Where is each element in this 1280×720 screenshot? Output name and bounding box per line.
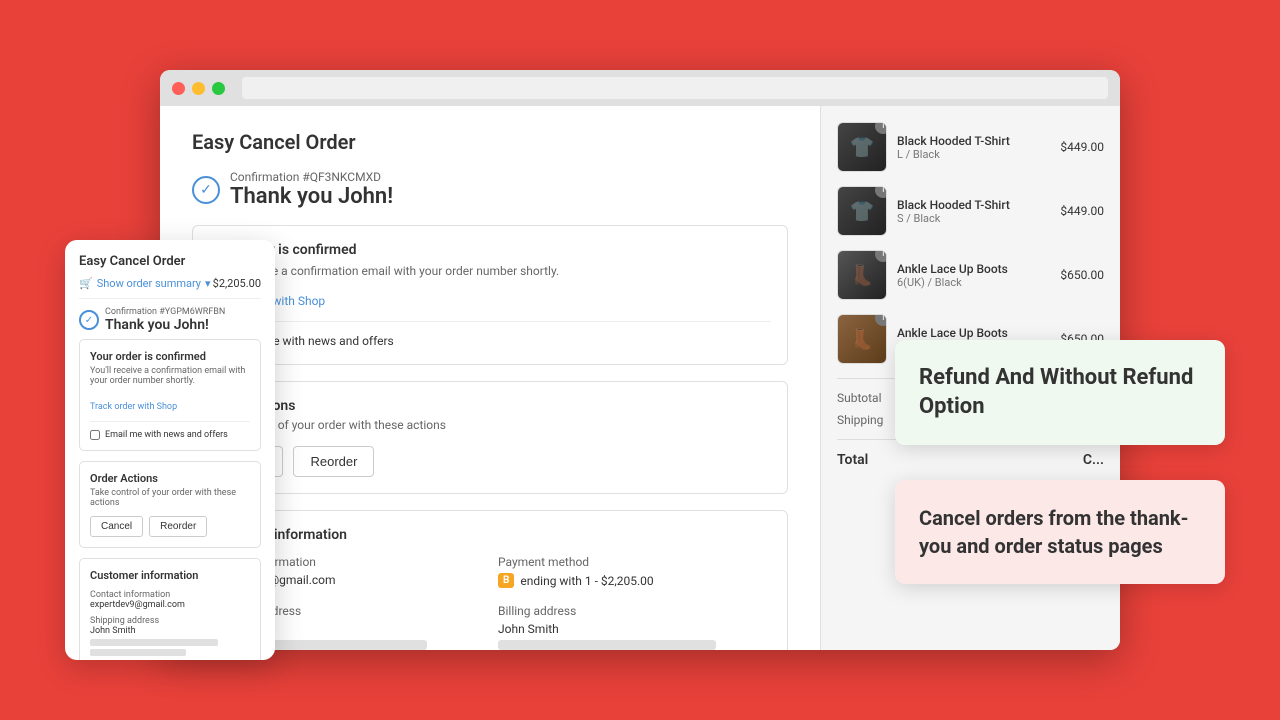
email-checkbox-row: Email me with news and offers [209, 321, 771, 348]
total-row: Total C... [837, 452, 1104, 468]
product-details: Black Hooded T-Shirt S / Black [897, 198, 1050, 225]
product-variant: 6(UK) / Black [897, 276, 1050, 289]
mobile-cancel-button[interactable]: Cancel [90, 516, 143, 537]
product-image: 👕 1 [837, 186, 887, 236]
maximize-dot[interactable] [212, 82, 225, 95]
close-dot[interactable] [172, 82, 185, 95]
product-item: 👢 1 Ankle Lace Up Boots 6(UK) / Black $6… [837, 250, 1104, 300]
mobile-actions-desc: Take control of your order with these ac… [90, 488, 250, 508]
product-variant: S / Black [897, 212, 1050, 225]
confirmation-header: ✓ Confirmation #QF3NKCMXD Thank you John… [192, 170, 788, 209]
mobile-shipping-label: Shipping address [90, 616, 250, 626]
products-list: 👕 1 Black Hooded T-Shirt L / Black $449.… [837, 122, 1104, 364]
product-name: Black Hooded T-Shirt [897, 198, 1050, 212]
mobile-actions-title: Order Actions [90, 472, 250, 485]
mobile-email-row: Email me with news and offers [90, 421, 250, 440]
product-item: 👕 1 Black Hooded T-Shirt L / Black $449.… [837, 122, 1104, 172]
customer-info-title: Customer information [209, 527, 771, 543]
mobile-action-buttons: Cancel Reorder [90, 516, 250, 537]
tooltip-refund-title: Refund And Without Refund Option [919, 364, 1201, 421]
billing-address-label: Billing address [498, 604, 771, 618]
confirmation-number: Confirmation #QF3NKCMXD [230, 170, 393, 184]
mobile-contact-row: Contact information expertdev9@gmail.com [90, 590, 250, 610]
payment-info-section: Payment method B ending with 1 - $2,205.… [498, 555, 771, 588]
tooltip-cancel: Cancel orders from the thank-you and ord… [895, 480, 1225, 584]
mobile-contact-value: expertdev9@gmail.com [90, 600, 250, 610]
order-confirmed-desc: You'll receive a confirmation email with… [209, 264, 771, 278]
mobile-addr-ph [90, 639, 218, 646]
payment-method-row: B ending with 1 - $2,205.00 [498, 573, 771, 588]
product-image: 👕 1 [837, 122, 887, 172]
thank-you-text: Thank you John! [230, 184, 393, 209]
product-image: 👢 1 [837, 250, 887, 300]
order-confirmed-box: Your order is confirmed You'll receive a… [192, 225, 788, 365]
order-actions-desc: Take control of your order with these ac… [209, 418, 771, 432]
product-item: 👕 1 Black Hooded T-Shirt S / Black $449.… [837, 186, 1104, 236]
order-confirmed-title: Your order is confirmed [209, 242, 771, 258]
product-price: $650.00 [1060, 268, 1104, 282]
billing-name: John Smith [498, 622, 771, 636]
address-bar[interactable] [242, 77, 1108, 99]
check-circle-icon: ✓ [192, 176, 220, 204]
mobile-conf-details: Confirmation #YGPM6WRFBN Thank you John! [105, 307, 225, 333]
mobile-show-order-label: 🛒 Show order summary ▾ [79, 277, 211, 290]
billing-address-section: Billing address John Smith [498, 604, 771, 650]
mobile-check-icon: ✓ [79, 310, 99, 330]
tooltip-refund: Refund And Without Refund Option [895, 340, 1225, 445]
customer-info-box: Customer information Contact information… [192, 510, 788, 650]
mobile-addr-ph2 [90, 649, 186, 656]
mobile-customer-info: Customer information Contact information… [79, 558, 261, 660]
mobile-shipping-name: John Smith [90, 626, 250, 636]
product-details: Black Hooded T-Shirt L / Black [897, 134, 1050, 161]
product-details: Ankle Lace Up Boots 6(UK) / Black [897, 262, 1050, 289]
mobile-card: Easy Cancel Order 🛒 Show order summary ▾… [65, 240, 275, 660]
mobile-reorder-button[interactable]: Reorder [149, 516, 207, 537]
order-actions-title: Order Actions [209, 398, 771, 414]
mobile-ci-title: Customer information [90, 569, 250, 582]
minimize-dot[interactable] [192, 82, 205, 95]
mobile-order-confirmed-box: Your order is confirmed You'll receive a… [79, 339, 261, 451]
product-price: $449.00 [1060, 140, 1104, 154]
mobile-email-checkbox[interactable] [90, 430, 100, 440]
total-label: Total [837, 452, 868, 468]
browser-toolbar [160, 70, 1120, 106]
payment-label: Payment method [498, 555, 771, 569]
mobile-app-title: Easy Cancel Order [79, 254, 261, 269]
payment-badge: B [498, 573, 514, 588]
mobile-confirmation-header: ✓ Confirmation #YGPM6WRFBN Thank you Joh… [79, 307, 261, 333]
subtotal-label: Subtotal [837, 391, 882, 405]
mobile-thank-you: Thank you John! [105, 317, 225, 333]
mobile-order-actions: Order Actions Take control of your order… [79, 461, 261, 548]
mobile-contact-label: Contact information [90, 590, 250, 600]
product-name: Ankle Lace Up Boots [897, 326, 1050, 340]
order-actions-box: Order Actions Take control of your order… [192, 381, 788, 494]
product-price: $449.00 [1060, 204, 1104, 218]
billing-address-line-1 [498, 640, 716, 650]
action-buttons: Cancel Reorder [209, 446, 771, 477]
mobile-show-order[interactable]: 🛒 Show order summary ▾ $2,205.00 [79, 277, 261, 299]
reorder-button[interactable]: Reorder [293, 446, 374, 477]
mobile-amount: $2,205.00 [213, 277, 261, 290]
mobile-oc-desc: You'll receive a confirmation email with… [90, 366, 250, 386]
product-variant: L / Black [897, 148, 1050, 161]
product-name: Ankle Lace Up Boots [897, 262, 1050, 276]
product-name: Black Hooded T-Shirt [897, 134, 1050, 148]
mobile-shipping-row: Shipping address John Smith [90, 616, 250, 656]
tooltip-cancel-text: Cancel orders from the thank-you and ord… [919, 504, 1201, 560]
app-title: Easy Cancel Order [192, 130, 788, 154]
mobile-conf-num: Confirmation #YGPM6WRFBN [105, 307, 225, 317]
payment-value: ending with 1 - $2,205.00 [520, 574, 653, 588]
product-image: 👢 1 [837, 314, 887, 364]
mobile-oc-title: Your order is confirmed [90, 350, 250, 363]
mobile-email-label: Email me with news and offers [105, 430, 228, 440]
customer-info-grid: Contact information expertdev9@gmail.com… [209, 555, 771, 650]
shipping-label: Shipping [837, 413, 883, 427]
total-value: C... [1083, 452, 1104, 468]
confirmation-details: Confirmation #QF3NKCMXD Thank you John! [230, 170, 393, 209]
mobile-track-link[interactable]: Track order with Shop [90, 402, 177, 412]
